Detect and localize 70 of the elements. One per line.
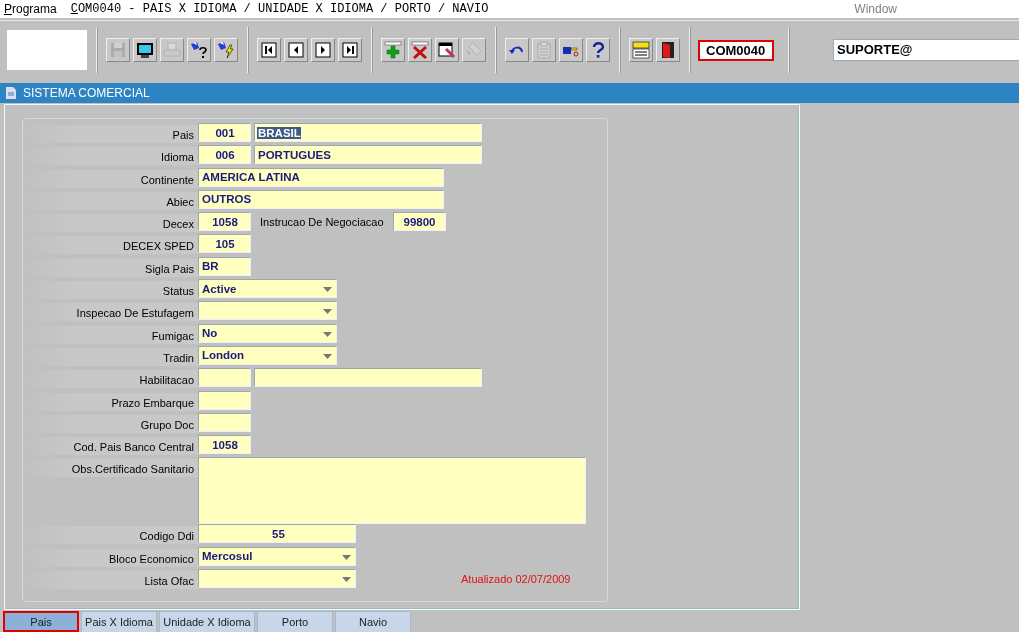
first-record-icon	[260, 41, 278, 59]
dropdown-arrow-icon	[323, 309, 332, 315]
document-icon	[6, 87, 16, 99]
dropdown-field[interactable]: London	[198, 345, 337, 365]
plus-icon	[384, 41, 402, 59]
menu-list-icon	[632, 41, 650, 59]
updated-date-text: Atualizado 02/07/2009	[461, 572, 571, 585]
tab[interactable]: Pais X Idioma	[81, 611, 157, 632]
dropdown-field[interactable]: Mercosul	[198, 546, 356, 566]
text-field[interactable]: OUTROS	[198, 189, 444, 209]
toolbar-button[interactable]	[559, 38, 583, 62]
toolbar-button[interactable]	[284, 38, 308, 62]
text-field[interactable]	[198, 390, 251, 410]
toolbar-button[interactable]	[629, 38, 653, 62]
form-code-field: COM0040	[698, 39, 774, 61]
window-edit-icon	[438, 41, 456, 59]
text-field[interactable]: 006	[198, 145, 251, 165]
toolbar-button[interactable]	[214, 38, 238, 62]
text-field[interactable]: AMERICA LATINA	[198, 167, 444, 187]
toolbar-button[interactable]	[656, 38, 680, 62]
toolbar-button[interactable]	[133, 38, 157, 62]
previous-record-icon	[287, 41, 305, 59]
cross-icon	[411, 41, 429, 59]
text-field[interactable]: 1058	[198, 435, 251, 455]
dropdown-field[interactable]	[198, 569, 356, 589]
menu-item[interactable]: Programa	[4, 2, 57, 16]
text-field[interactable]	[198, 368, 251, 388]
toolbar-button[interactable]	[187, 38, 211, 62]
toolbar-button[interactable]	[408, 38, 432, 62]
tab[interactable]: Unidade X Idioma	[159, 611, 255, 632]
clipboard-icon	[535, 41, 553, 59]
flashlight-question-icon	[190, 41, 208, 59]
flashlight-lightning-icon	[217, 41, 235, 59]
dropdown-field[interactable]: No	[198, 323, 337, 343]
dropdown-field[interactable]: Active	[198, 279, 337, 299]
menu-item[interactable]: COM0040 - PAIS X IDIOMA / UNIDADE X IDIOMA / PORTO / NAVIO	[70, 2, 489, 16]
text-field[interactable]: 105	[198, 234, 251, 254]
text-field[interactable]	[254, 368, 482, 388]
monitor-icon	[136, 41, 154, 59]
toolbar-button[interactable]	[311, 38, 335, 62]
dropdown-arrow-icon	[342, 577, 351, 583]
dropdown-arrow-icon	[323, 331, 332, 337]
text-field[interactable]: BR	[198, 256, 251, 276]
text-field[interactable]: BRASIL	[254, 123, 482, 142]
next-record-icon	[314, 41, 332, 59]
door-icon	[659, 41, 677, 59]
text-field[interactable]: PORTUGUES	[254, 145, 482, 165]
toolbar-button[interactable]	[505, 38, 529, 62]
user-field: SUPORTE@	[833, 39, 1019, 61]
window-title: SISTEMA COMERCIAL	[23, 86, 150, 100]
toolbar-button[interactable]	[257, 38, 281, 62]
tab[interactable]: Porto	[257, 611, 333, 632]
dropdown-arrow-icon	[323, 353, 332, 359]
text-field[interactable]: 1058	[198, 212, 251, 232]
toolbar-button[interactable]	[586, 38, 610, 62]
field-label: Instrucao De Negociacao	[259, 215, 385, 228]
tab[interactable]: Navio	[335, 611, 411, 632]
last-record-icon	[341, 41, 359, 59]
toolbar-button[interactable]	[338, 38, 362, 62]
text-field[interactable]: 99800	[392, 212, 446, 232]
dropdown-field[interactable]	[198, 301, 337, 321]
text-field[interactable]: 001	[198, 123, 251, 142]
tab[interactable]: Pais	[3, 611, 79, 632]
dropdown-arrow-icon	[342, 554, 351, 560]
text-field[interactable]: 55	[198, 524, 356, 544]
dropdown-arrow-icon	[323, 287, 332, 293]
text-field[interactable]	[198, 412, 251, 432]
printer-icon	[163, 41, 181, 59]
toolbar-button[interactable]	[435, 38, 459, 62]
menu-item[interactable]: Window	[854, 2, 897, 16]
